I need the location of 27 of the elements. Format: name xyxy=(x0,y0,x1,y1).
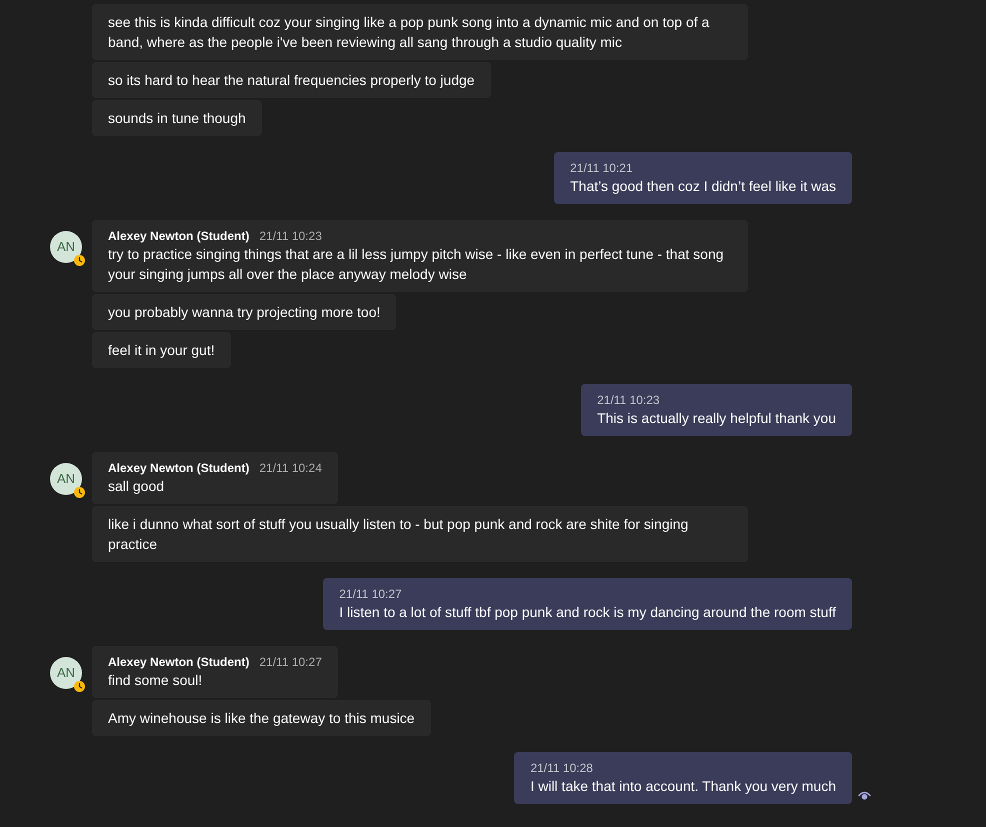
message-time: 21/11 10:21 xyxy=(570,160,634,176)
sender-name: Alexey Newton (Student) xyxy=(108,228,250,244)
sender-name: Alexey Newton (Student) xyxy=(108,460,250,476)
message-text: That’s good then coz I didn’t feel like it was xyxy=(570,177,836,196)
message-time: 21/11 10:24 xyxy=(259,460,322,476)
avatar[interactable]: AN xyxy=(50,463,82,495)
message-text: sounds in tune though xyxy=(108,109,246,128)
message-text: I will take that into account. Thank you very much xyxy=(530,777,836,796)
message-text: I listen to a lot of stuff tbf pop punk and rock is my dancing around the room stuff xyxy=(339,603,836,622)
message-time: 21/11 10:23 xyxy=(259,228,322,244)
message-text: Amy winehouse is like the gateway to this musice xyxy=(108,709,415,728)
message-time: 21/11 10:23 xyxy=(597,392,661,408)
message-text: like i dunno what sort of stuff you usually listen to - but pop punk and rock are shite for singing practice xyxy=(108,515,690,554)
message-text: try to practice singing things that are a lil less jumpy pitch wise - like even in perfect tune - that song your singing jumps all over the place anyway melody wise xyxy=(108,245,725,284)
message-text: This is actually really helpful thank you xyxy=(597,409,836,428)
message-text: feel it in your gut! xyxy=(108,341,215,360)
message-text: find some soul! xyxy=(108,671,204,690)
avatar[interactable]: AN xyxy=(50,657,82,689)
message-text: so its hard to hear the natural frequencies properly to judge xyxy=(108,71,475,90)
sender-name: Alexey Newton (Student) xyxy=(108,654,250,670)
message-time: 21/11 10:27 xyxy=(259,654,322,670)
message-time: 21/11 10:27 xyxy=(339,586,403,602)
message-time: 21/11 10:28 xyxy=(530,760,594,776)
avatar[interactable]: AN xyxy=(50,231,82,263)
message-text: see this is kinda difficult coz your singing like a pop punk song into a dynamic mic and on top of a band, where as the people i've been reviewing all sang through a studio quality mic xyxy=(108,13,710,52)
message-text: sall good xyxy=(108,477,166,496)
message-text: you probably wanna try projecting more too! xyxy=(108,303,380,322)
